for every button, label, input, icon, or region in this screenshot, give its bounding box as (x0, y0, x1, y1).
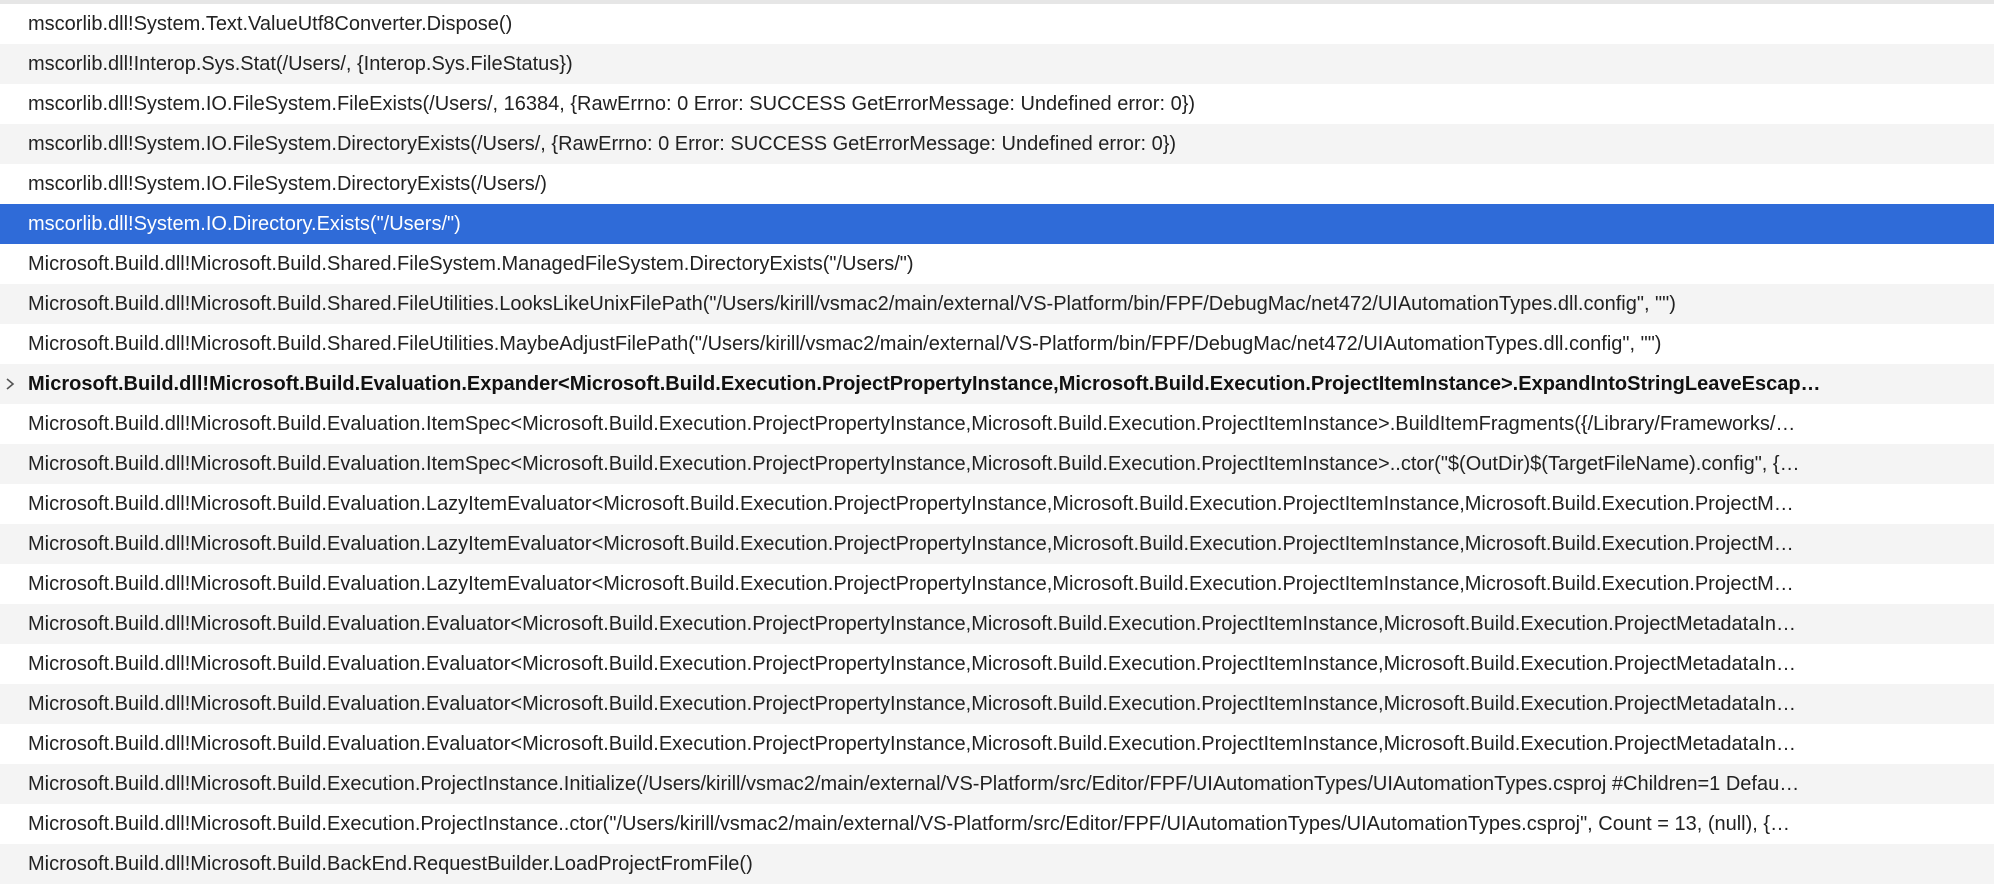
frame-label: mscorlib.dll!Interop.Sys.Stat(/Users/, {… (28, 53, 573, 75)
frame-label: Microsoft.Build.dll!Microsoft.Build.Back… (28, 853, 753, 875)
chevron-right-icon (3, 364, 17, 404)
call-stack-frame[interactable]: mscorlib.dll!System.IO.FileSystem.Direct… (0, 124, 1994, 164)
frame-label: Microsoft.Build.dll!Microsoft.Build.Eval… (28, 653, 1797, 675)
frame-label: Microsoft.Build.dll!Microsoft.Build.Shar… (28, 293, 1676, 315)
call-stack-frame[interactable]: mscorlib.dll!System.IO.FileSystem.FileEx… (0, 84, 1994, 124)
frame-label: Microsoft.Build.dll!Microsoft.Build.Exec… (28, 773, 1800, 795)
frame-label: mscorlib.dll!System.Text.ValueUtf8Conver… (28, 13, 513, 35)
call-stack-frame[interactable]: mscorlib.dll!System.Text.ValueUtf8Conver… (0, 4, 1994, 44)
call-stack-frame[interactable]: Microsoft.Build.dll!Microsoft.Build.Back… (0, 844, 1994, 884)
call-stack-frame[interactable]: Microsoft.Build.dll!Microsoft.Build.Eval… (0, 644, 1994, 684)
call-stack-frame[interactable]: mscorlib.dll!System.IO.FileSystem.Direct… (0, 164, 1994, 204)
frame-label: Microsoft.Build.dll!Microsoft.Build.Eval… (28, 453, 1800, 475)
call-stack-frame-selected[interactable]: mscorlib.dll!System.IO.Directory.Exists(… (0, 204, 1994, 244)
frame-label: Microsoft.Build.dll!Microsoft.Build.Eval… (28, 573, 1794, 595)
frame-label: mscorlib.dll!System.IO.Directory.Exists(… (28, 213, 461, 235)
call-stack-frame[interactable]: Microsoft.Build.dll!Microsoft.Build.Eval… (0, 404, 1994, 444)
call-stack-frame[interactable]: Microsoft.Build.dll!Microsoft.Build.Eval… (0, 484, 1994, 524)
call-stack-frame[interactable]: Microsoft.Build.dll!Microsoft.Build.Eval… (0, 564, 1994, 604)
frame-label: Microsoft.Build.dll!Microsoft.Build.Eval… (28, 493, 1794, 515)
frame-label: mscorlib.dll!System.IO.FileSystem.Direct… (28, 133, 1177, 155)
call-stack-frame[interactable]: Microsoft.Build.dll!Microsoft.Build.Exec… (0, 804, 1994, 844)
frame-label: mscorlib.dll!System.IO.FileSystem.FileEx… (28, 93, 1196, 115)
frame-label: Microsoft.Build.dll!Microsoft.Build.Exec… (28, 813, 1791, 835)
call-stack-frame[interactable]: Microsoft.Build.dll!Microsoft.Build.Exec… (0, 764, 1994, 804)
frame-label: Microsoft.Build.dll!Microsoft.Build.Eval… (28, 533, 1794, 555)
frame-label: Microsoft.Build.dll!Microsoft.Build.Eval… (28, 413, 1796, 435)
frame-label: Microsoft.Build.dll!Microsoft.Build.Eval… (28, 373, 1821, 395)
call-stack-frame-current[interactable]: Microsoft.Build.dll!Microsoft.Build.Eval… (0, 364, 1994, 404)
frame-label: Microsoft.Build.dll!Microsoft.Build.Eval… (28, 693, 1797, 715)
frame-label: Microsoft.Build.dll!Microsoft.Build.Shar… (28, 333, 1662, 355)
frame-label: Microsoft.Build.dll!Microsoft.Build.Eval… (28, 733, 1797, 755)
call-stack-frame[interactable]: Microsoft.Build.dll!Microsoft.Build.Eval… (0, 684, 1994, 724)
call-stack-frame[interactable]: Microsoft.Build.dll!Microsoft.Build.Eval… (0, 604, 1994, 644)
call-stack-frame[interactable]: mscorlib.dll!Interop.Sys.Stat(/Users/, {… (0, 44, 1994, 84)
call-stack-frame[interactable]: Microsoft.Build.dll!Microsoft.Build.Shar… (0, 244, 1994, 284)
call-stack-list: mscorlib.dll!System.Text.ValueUtf8Conver… (0, 4, 1994, 884)
call-stack-frame[interactable]: Microsoft.Build.dll!Microsoft.Build.Eval… (0, 444, 1994, 484)
call-stack-frame[interactable]: Microsoft.Build.dll!Microsoft.Build.Shar… (0, 284, 1994, 324)
call-stack-frame[interactable]: Microsoft.Build.dll!Microsoft.Build.Shar… (0, 324, 1994, 364)
frame-label: Microsoft.Build.dll!Microsoft.Build.Shar… (28, 253, 914, 275)
call-stack-frame[interactable]: Microsoft.Build.dll!Microsoft.Build.Eval… (0, 524, 1994, 564)
frame-label: mscorlib.dll!System.IO.FileSystem.Direct… (28, 173, 547, 195)
frame-label: Microsoft.Build.dll!Microsoft.Build.Eval… (28, 613, 1797, 635)
call-stack-frame[interactable]: Microsoft.Build.dll!Microsoft.Build.Eval… (0, 724, 1994, 764)
